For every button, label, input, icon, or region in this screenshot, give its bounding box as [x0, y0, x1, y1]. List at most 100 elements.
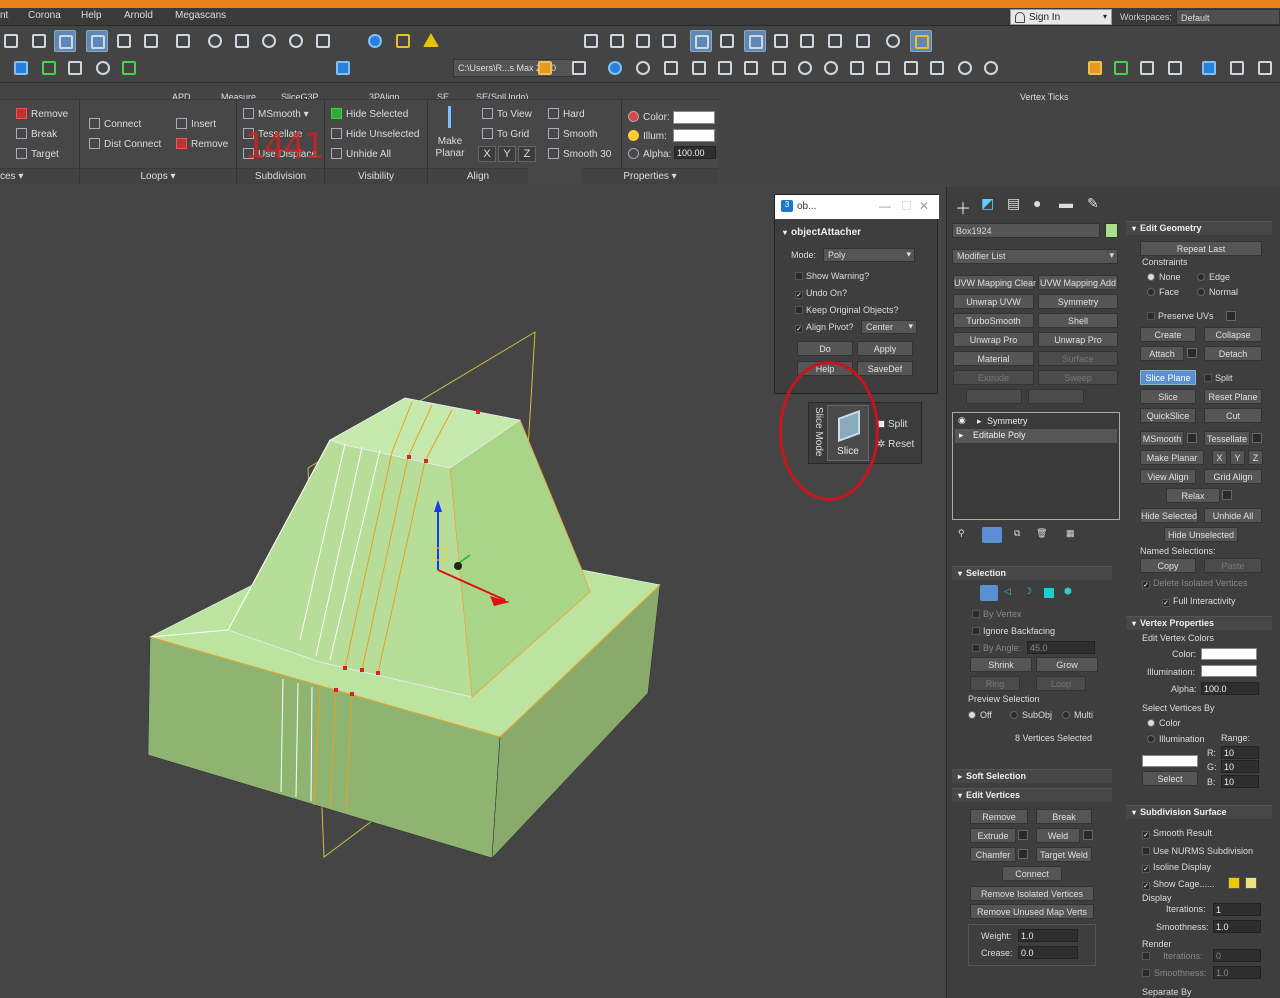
viewport-icon[interactable]: [872, 57, 894, 79]
sun-icon[interactable]: [632, 57, 654, 79]
ev-break-button[interactable]: Break: [1036, 809, 1092, 824]
polygon-mode-icon[interactable]: [1044, 588, 1054, 598]
mod-extrude[interactable]: Extrude: [953, 370, 1034, 385]
vp-color-swatch[interactable]: [1201, 648, 1257, 660]
window-icon[interactable]: [1254, 57, 1276, 79]
vertex-mode-icon[interactable]: [980, 585, 998, 601]
ignore-backfacing-checkbox[interactable]: Ignore Backfacing: [972, 626, 1055, 636]
display-smoothness-spinner[interactable]: 1.0: [1213, 920, 1261, 933]
crease-spinner[interactable]: 0.0: [1018, 946, 1078, 959]
menu-item-megascans[interactable]: Megascans: [175, 10, 226, 21]
hierarchy-tab-icon[interactable]: ▤: [1007, 195, 1020, 212]
attach-button[interactable]: Attach: [1140, 346, 1184, 361]
ribbon-toggle-icon[interactable]: [86, 30, 108, 52]
modify-tab-icon[interactable]: ◩: [981, 195, 994, 212]
edit-geometry-rollout-header[interactable]: ▾ Edit Geometry: [1126, 221, 1272, 235]
close-icon[interactable]: ✕: [919, 199, 929, 213]
display-tab-icon[interactable]: ▬: [1059, 195, 1073, 211]
keep-original-checkbox[interactable]: Keep Original Objects?: [795, 305, 899, 315]
vp-select-button[interactable]: Select: [1142, 771, 1198, 786]
loop-button[interactable]: Loop: [1036, 676, 1086, 691]
clone-icon[interactable]: [606, 30, 628, 52]
render-iterations-spinner[interactable]: 0: [1213, 949, 1261, 962]
project-path-dropdown[interactable]: C:\Users\R...s Max 2020: [453, 59, 575, 77]
forest-icon[interactable]: [1110, 57, 1132, 79]
eye-icon[interactable]: [954, 57, 976, 79]
schematic-view-icon[interactable]: [172, 30, 194, 52]
range-g-spinner[interactable]: 10: [1221, 760, 1259, 773]
vp-illumination-swatch[interactable]: [1201, 665, 1257, 677]
relax-settings-icon[interactable]: [1222, 490, 1232, 500]
mod-symmetry[interactable]: Symmetry: [1038, 294, 1118, 309]
menu-item-nt[interactable]: nt: [0, 10, 8, 21]
ribbon-illum-swatch[interactable]: [673, 129, 715, 142]
mode-dropdown[interactable]: Poly: [823, 248, 915, 262]
minimize-icon[interactable]: —: [879, 199, 891, 213]
dialog-rollout-header[interactable]: ▾ objectAttacher: [783, 227, 861, 238]
unhide-all-button[interactable]: Unhide All: [1204, 508, 1262, 523]
rb-icon[interactable]: [10, 57, 32, 79]
ribbon-align-x-button[interactable]: X: [478, 146, 496, 162]
render-icon[interactable]: [285, 30, 307, 52]
magnet-icon[interactable]: [534, 57, 556, 79]
ribbon-to-grid-button[interactable]: To Grid: [482, 128, 529, 140]
ribbon-smooth-button[interactable]: Smooth: [548, 128, 597, 140]
by-angle-spinner[interactable]: 45.0: [1027, 641, 1095, 654]
copy-button[interactable]: Copy: [1140, 558, 1196, 573]
list-icon[interactable]: [28, 30, 50, 52]
make-planar-icon[interactable]: [438, 106, 468, 130]
repeat-last-button[interactable]: Repeat Last: [1140, 241, 1262, 256]
render-setup-icon[interactable]: [231, 30, 253, 52]
copy-icon[interactable]: [632, 30, 654, 52]
utilities-tab-icon[interactable]: ✎: [1087, 195, 1099, 212]
isoline-display-checkbox[interactable]: ✓ Isoline Display: [1142, 862, 1211, 873]
snowflake-icon[interactable]: [882, 30, 904, 52]
planar-z-button[interactable]: Z: [1248, 450, 1263, 465]
workspace-select[interactable]: Default: [1176, 9, 1280, 25]
reset-button[interactable]: ✲ Reset: [877, 439, 914, 450]
ribbon-smooth30-button[interactable]: Smooth 30: [548, 148, 611, 160]
scene-explorer-icon[interactable]: [54, 30, 76, 52]
snap-toggle-icon[interactable]: [690, 30, 712, 52]
view-align-button[interactable]: View Align: [1140, 469, 1196, 484]
undo-on-checkbox[interactable]: ✓ Undo On?: [795, 288, 847, 299]
select-tool-icon[interactable]: [852, 30, 874, 52]
range-r-spinner[interactable]: 10: [1221, 746, 1259, 759]
dope-sheet-icon[interactable]: [140, 30, 162, 52]
hex-icon[interactable]: [64, 57, 86, 79]
warning-icon[interactable]: [420, 30, 442, 52]
drop-icon[interactable]: [768, 57, 790, 79]
element-mode-icon[interactable]: ⬢: [1064, 586, 1072, 597]
menu-item-arnold[interactable]: Arnold: [124, 10, 153, 21]
preserve-uvs-checkbox[interactable]: Preserve UVs: [1147, 311, 1214, 321]
edit-vertices-rollout-header[interactable]: ▾ Edit Vertices: [952, 788, 1112, 802]
cut-button[interactable]: Cut: [1204, 408, 1262, 423]
remove-modifier-icon[interactable]: 🗑: [1036, 528, 1047, 539]
calculator-icon[interactable]: [568, 57, 590, 79]
stack-item-editable-poly[interactable]: ▸ Editable Poly: [955, 429, 1117, 443]
grow-button[interactable]: Grow: [1036, 657, 1098, 672]
cage-color-1-swatch[interactable]: [1228, 877, 1240, 889]
constraint-edge-radio[interactable]: Edge: [1197, 272, 1230, 282]
ev-remove-unused-map-button[interactable]: Remove Unused Map Verts: [970, 904, 1094, 919]
ribbon-hide-selected-button[interactable]: Hide Selected: [331, 108, 408, 120]
ribbon-break-button[interactable]: Break: [16, 128, 57, 140]
frame-icon[interactable]: [846, 57, 868, 79]
mod-uvw-mapping-clear[interactable]: UVW Mapping Clear: [953, 275, 1036, 290]
render-smoothness-spinner[interactable]: 1.0: [1213, 966, 1261, 979]
subdivision-surface-rollout-header[interactable]: ▾ Subdivision Surface: [1126, 805, 1272, 819]
tree-icon[interactable]: [688, 57, 710, 79]
ev-chamfer-button[interactable]: Chamfer: [970, 847, 1016, 862]
preview-multi-radio[interactable]: Multi: [1062, 710, 1093, 720]
cage-color-2-swatch[interactable]: [1245, 877, 1257, 889]
ribbon-align-z-button[interactable]: Z: [518, 146, 536, 162]
range-b-spinner[interactable]: 10: [1221, 775, 1259, 788]
rc-icon[interactable]: [1198, 57, 1220, 79]
help-snap-icon[interactable]: [796, 30, 818, 52]
chevrons-down-icon[interactable]: [38, 57, 60, 79]
ribbon-alpha-spinner[interactable]: 100.00: [674, 146, 716, 159]
ribbon-unhide-all-button[interactable]: Unhide All: [331, 148, 391, 160]
percent-snap-icon[interactable]: [744, 30, 766, 52]
fp-icon[interactable]: [1084, 57, 1106, 79]
material-editor-icon[interactable]: [204, 30, 226, 52]
